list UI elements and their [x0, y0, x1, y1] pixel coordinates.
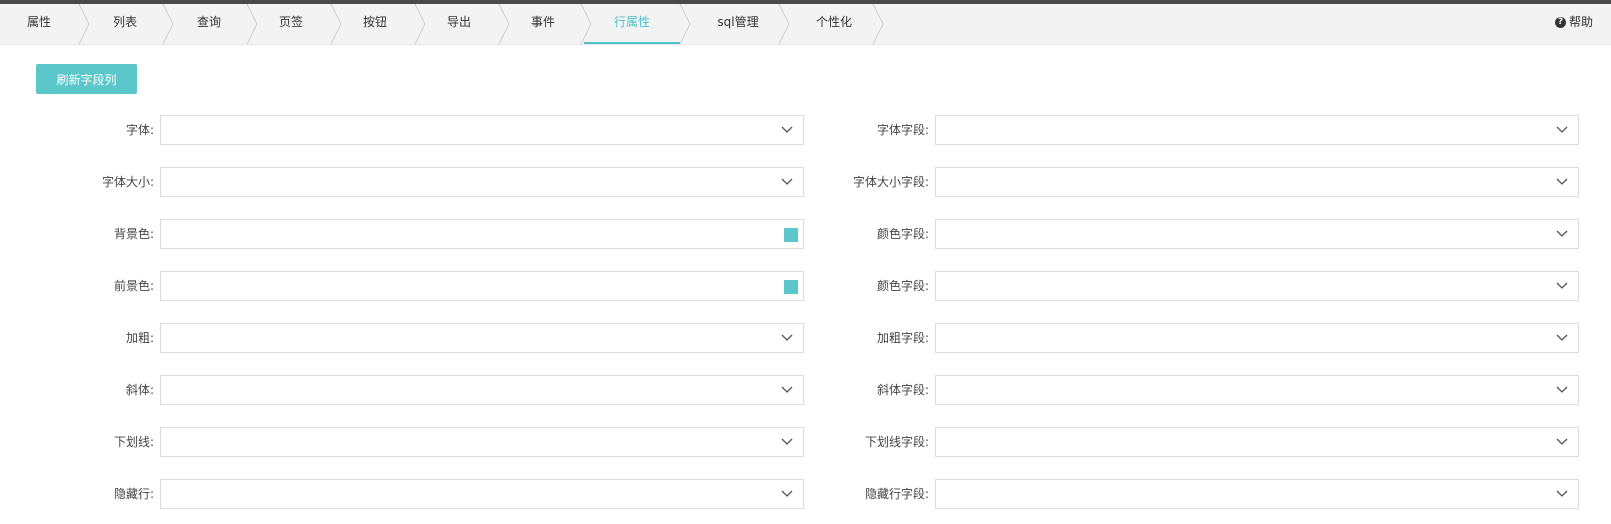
italic-label: 斜体: [125, 383, 154, 397]
bold-field-label: 加粗字段: [876, 331, 929, 345]
tab-divider-icon [872, 4, 884, 44]
bold-field-select[interactable] [935, 323, 1579, 353]
chevron-down-icon [1556, 490, 1568, 497]
italic-field-label: 斜体字段: [876, 383, 929, 397]
chevron-down-icon [1556, 126, 1568, 133]
tab-sql-management[interactable]: sql管理 [688, 4, 788, 44]
hide-row-field-select[interactable] [935, 479, 1579, 509]
chevron-down-icon [1556, 230, 1568, 237]
background-color-input[interactable] [160, 219, 804, 249]
bold-select[interactable] [160, 323, 804, 353]
tab-events[interactable]: 事件 [504, 4, 582, 44]
bold-label: 加粗: [125, 331, 154, 345]
font-size-field-select[interactable] [935, 167, 1579, 197]
underline-label: 下划线: [113, 435, 154, 449]
help-link[interactable]: ? 帮助 [1554, 4, 1593, 40]
font-label: 字体: [125, 123, 154, 137]
hide-row-field-label: 隐藏行字段: [864, 487, 929, 501]
italic-field-select[interactable] [935, 375, 1579, 405]
background-color-label: 背景色: [113, 227, 154, 241]
chevron-down-icon [1556, 386, 1568, 393]
foreground-color-input[interactable] [160, 271, 804, 301]
tab-buttons[interactable]: 按钮 [336, 4, 414, 44]
tab-properties[interactable]: 属性 [0, 4, 78, 44]
foreground-color-field-label: 颜色字段: [876, 279, 929, 293]
tab-query[interactable]: 查询 [170, 4, 248, 44]
chevron-down-icon [1556, 438, 1568, 445]
font-field-label: 字体字段: [876, 123, 929, 137]
tab-row-properties[interactable]: 行属性 [584, 4, 680, 44]
tab-bar: 属性 列表 查询 页签 按钮 导出 事件 行属性 sql管理 个性化 ? 帮助 [0, 4, 1611, 45]
tab-list[interactable]: 列表 [86, 4, 164, 44]
background-color-field-label: 颜色字段: [876, 227, 929, 241]
hide-row-select[interactable] [160, 479, 804, 509]
foreground-color-label: 前景色: [113, 279, 154, 293]
chevron-down-icon [1556, 282, 1568, 289]
font-select[interactable] [160, 115, 804, 145]
chevron-down-icon [1556, 178, 1568, 185]
font-size-label: 字体大小: [101, 175, 154, 189]
question-circle-icon: ? [1554, 16, 1566, 28]
underline-select[interactable] [160, 427, 804, 457]
refresh-fields-button[interactable]: 刷新字段列 [36, 64, 137, 94]
font-field-select[interactable] [935, 115, 1579, 145]
background-color-field-select[interactable] [935, 219, 1579, 249]
italic-select[interactable] [160, 375, 804, 405]
underline-field-select[interactable] [935, 427, 1579, 457]
underline-field-label: 下划线字段: [864, 435, 929, 449]
tab-export[interactable]: 导出 [420, 4, 498, 44]
tab-pages[interactable]: 页签 [252, 4, 330, 44]
tab-personalization[interactable]: 个性化 [786, 4, 882, 44]
foreground-color-field-select[interactable] [935, 271, 1579, 301]
chevron-down-icon [1556, 334, 1568, 341]
font-size-select[interactable] [160, 167, 804, 197]
font-size-field-label: 字体大小字段: [852, 175, 929, 189]
hide-row-label: 隐藏行: [113, 487, 154, 501]
